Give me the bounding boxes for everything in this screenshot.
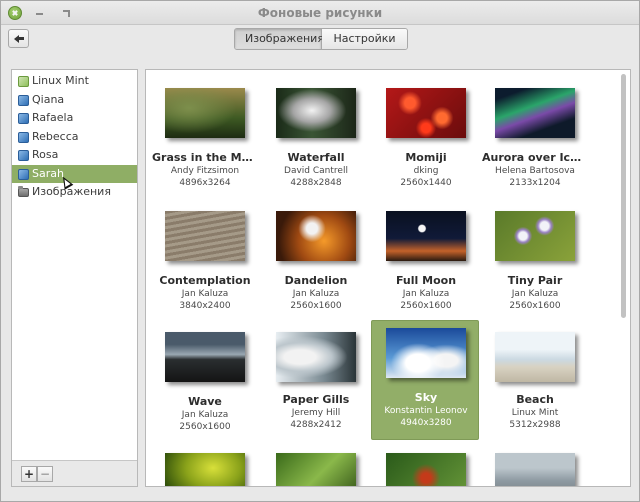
sidebar-item-rosa[interactable]: Rosa — [12, 146, 137, 165]
backgrounds-window: Фоновые рисунки Изображения Настройки Li… — [0, 0, 640, 502]
wallpaper-name: Waterfall — [287, 151, 345, 164]
wallpaper-author: Jan Kaluza — [181, 410, 229, 420]
sidebar-item-label: Rebecca — [32, 129, 79, 143]
back-button[interactable] — [8, 29, 29, 48]
wallpaper-name: Full Moon — [395, 274, 457, 287]
wallpaper-name: Aurora over Icela… — [482, 151, 588, 164]
blue-folder-icon — [18, 113, 29, 124]
wallpaper-resolution: 2560x1600 — [400, 301, 452, 311]
wallpaper-resolution: 3840x2400 — [179, 301, 231, 311]
sidebar-item-label: Linux Mint — [32, 74, 89, 87]
wallpaper-author: Jan Kaluza — [181, 289, 229, 299]
wallpaper-name: Wave — [188, 395, 222, 408]
mint-folder-icon — [18, 76, 29, 87]
tab-settings[interactable]: Настройки — [322, 29, 407, 49]
wallpaper-author: Konstantin Leonov — [384, 406, 468, 416]
wallpaper-thumbnail — [165, 211, 245, 261]
wallpaper-thumbnail — [386, 211, 466, 261]
folder-icon — [18, 186, 29, 197]
blue-folder-icon — [18, 94, 29, 106]
sidebar-item-label: Rosa — [32, 148, 59, 161]
wallpaper-author: Jan Kaluza — [292, 289, 340, 299]
wallpaper-thumbnail — [386, 328, 466, 378]
wallpaper-name: Tiny Pair — [507, 274, 563, 287]
wallpaper-author: Jan Kaluza — [402, 289, 450, 299]
wallpaper-author: dking — [413, 166, 439, 176]
blue-folder-icon — [18, 131, 29, 143]
sidebar-item-rafaela[interactable]: Rafaela — [12, 109, 137, 128]
blue-folder-icon — [18, 150, 29, 161]
wallpaper-thumbnail — [276, 211, 356, 261]
collections-list: Linux Mint Qiana Rafaela Rebecca Rosa Sa… — [12, 72, 137, 202]
blue-folder-icon — [18, 168, 29, 180]
wallpaper-thumbnail — [165, 332, 245, 382]
wallpaper-thumbnail — [276, 453, 356, 486]
wallpaper-name: Paper Gills — [282, 393, 350, 406]
sidebar-item-images[interactable]: Изображения — [12, 183, 137, 202]
wallpaper-resolution: 2133x1204 — [509, 178, 561, 188]
wallpaper-author: Helena Bartosova — [495, 166, 575, 176]
sidebar-item-label: Rafaela — [32, 111, 74, 124]
sidebar-item-label: Qiana — [32, 92, 65, 106]
wallpaper-resolution: 5312x2988 — [509, 420, 561, 430]
wallpaper-resolution: 2560x1440 — [400, 178, 452, 188]
wallpaper-name: Sky — [414, 391, 438, 404]
sidebar-item-linux-mint[interactable]: Linux Mint — [12, 72, 137, 91]
add-collection-button[interactable]: + — [21, 466, 37, 482]
wallpaper-name: Beach — [516, 393, 554, 406]
wallpaper-resolution: 4288x2412 — [290, 420, 342, 430]
title-bar: Фоновые рисунки — [1, 1, 639, 25]
wallpaper-name: Contemplation — [159, 274, 251, 287]
wallpaper-resolution: 2560x1600 — [179, 422, 231, 432]
wallpaper-resolution: 4288x2848 — [290, 178, 342, 188]
sidebar-footer: + − — [12, 460, 137, 486]
gallery-scrollbar[interactable] — [621, 74, 626, 318]
wallpaper-thumbnail — [495, 453, 575, 486]
wallpaper-resolution: 4896x3264 — [179, 178, 231, 188]
wallpaper-thumbnail — [386, 88, 466, 138]
wallpaper-resolution: 4940x3280 — [400, 418, 452, 428]
sidebar-item-label: Изображения — [32, 185, 111, 198]
wallpaper-name: Grass in the Morn… — [152, 151, 258, 164]
remove-collection-button[interactable]: − — [37, 466, 53, 482]
sidebar-item-rebecca[interactable]: Rebecca — [12, 128, 137, 147]
wallpaper-author: Linux Mint — [511, 408, 559, 418]
wallpaper-thumbnail — [386, 453, 466, 486]
wallpaper-thumbnail — [165, 453, 245, 486]
wallpaper-resolution: 2560x1600 — [290, 301, 342, 311]
wallpaper-author: Andy Fitzsimon — [170, 166, 240, 176]
wallpaper-thumbnail — [495, 332, 575, 382]
wallpaper-thumbnail — [276, 88, 356, 138]
window-title: Фоновые рисунки — [257, 6, 383, 20]
sidebar-item-sarah[interactable]: Sarah — [12, 164, 137, 183]
wallpaper-gallery: Grass in the Morn… Andy Fitzsimon 4896x3… — [145, 69, 631, 487]
wallpaper-resolution: 2560x1600 — [509, 301, 561, 311]
wallpaper-author: Jan Kaluza — [511, 289, 559, 299]
wallpaper-name: Dandelion — [284, 274, 348, 287]
wallpaper-author: David Cantrell — [284, 166, 348, 176]
wallpaper-author: Jeremy Hill — [291, 408, 341, 418]
wallpaper-thumbnail — [165, 88, 245, 138]
sidebar-item-qiana[interactable]: Qiana — [12, 91, 137, 110]
view-switcher: Изображения Настройки — [234, 28, 408, 50]
wallpaper-thumbnail — [276, 332, 356, 382]
wallpaper-thumbnail — [495, 88, 575, 138]
collections-sidebar: Linux Mint Qiana Rafaela Rebecca Rosa Sa… — [11, 69, 138, 487]
wallpaper-thumbnail — [495, 211, 575, 261]
tab-images[interactable]: Изображения — [235, 29, 324, 49]
wallpaper-name: Momiji — [405, 151, 447, 164]
